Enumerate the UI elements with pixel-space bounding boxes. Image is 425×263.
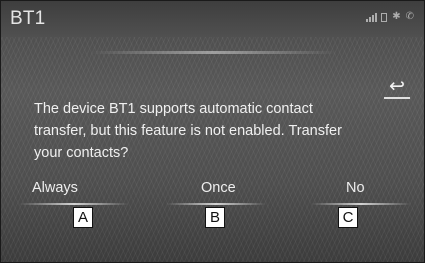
battery-icon <box>381 13 388 22</box>
message-line: your contacts? <box>34 145 129 161</box>
always-button[interactable]: Always <box>1 173 131 213</box>
dialog-message: The device BT1 supports automatic contac… <box>34 98 404 164</box>
always-label: Always <box>32 180 78 196</box>
status-icons: ✱ ✆ <box>366 12 414 22</box>
back-button[interactable]: ↩ <box>384 77 410 99</box>
button-underline <box>311 203 411 205</box>
callout-label-b: B <box>205 207 225 228</box>
signal-bars-icon <box>366 13 378 22</box>
phone-icon: ✆ <box>405 11 414 22</box>
bluetooth-icon: ✱ <box>392 11 401 22</box>
back-arrow-icon: ↩ <box>389 76 405 97</box>
head-unit-screen: BT1 ✱ ✆ ↩ The device BT1 supports automa… <box>0 0 425 263</box>
message-line: The device BT1 supports automatic contac… <box>34 101 313 117</box>
screen-title: BT1 <box>10 8 46 29</box>
no-label: No <box>346 180 365 196</box>
once-label: Once <box>201 180 236 196</box>
callout-label-a: A <box>73 207 93 228</box>
title-bar: BT1 ✱ ✆ <box>1 1 424 37</box>
button-underline <box>166 203 266 205</box>
message-line: transfer, but this feature is not enable… <box>34 123 342 139</box>
divider <box>91 51 336 54</box>
callout-label-c: C <box>338 207 358 228</box>
button-underline <box>19 203 129 205</box>
